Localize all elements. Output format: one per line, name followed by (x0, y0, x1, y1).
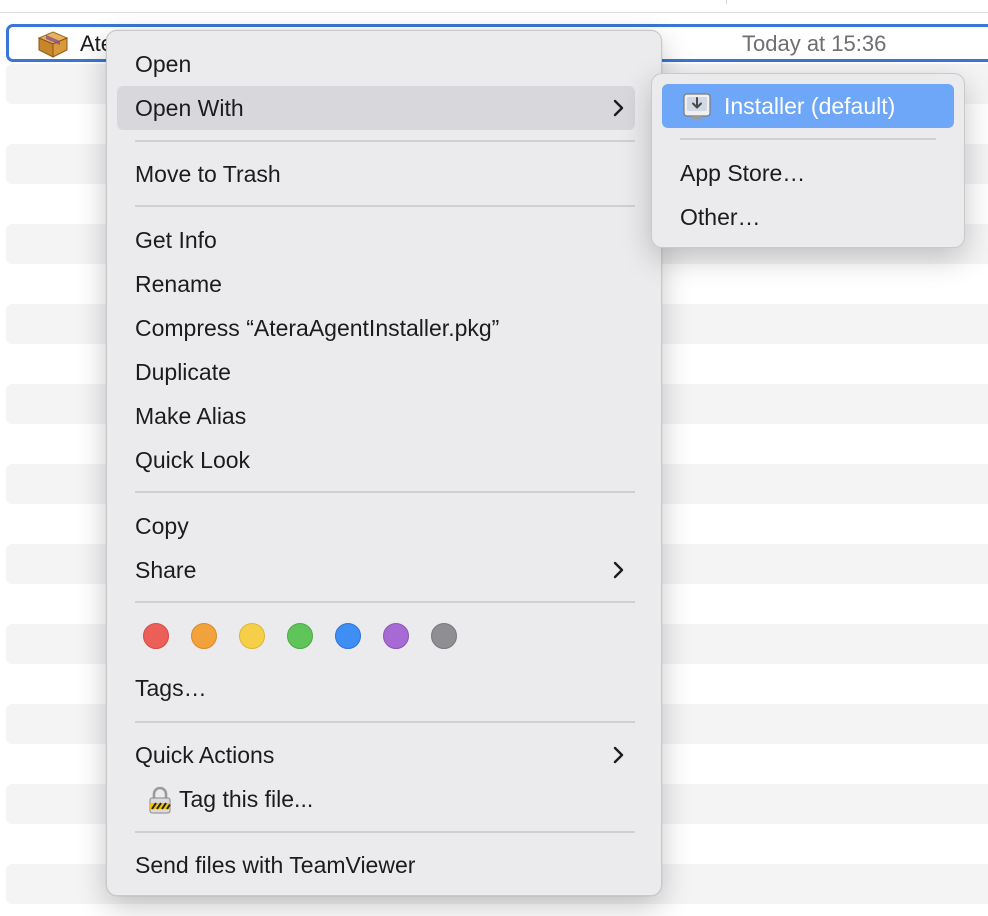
tag-gray-dot[interactable] (431, 623, 457, 649)
menu-item-label: Compress “AteraAgentInstaller.pkg” (135, 315, 500, 341)
chevron-right-icon (613, 561, 624, 579)
menu-item-label: Quick Look (135, 447, 251, 473)
menu-item-label: Rename (135, 271, 222, 297)
menu-item-open[interactable]: Open (117, 42, 635, 86)
menu-separator (135, 601, 635, 603)
submenu-item-other[interactable]: Other… (662, 195, 954, 239)
menu-item-share[interactable]: Share (117, 548, 635, 592)
menu-item-duplicate[interactable]: Duplicate (117, 350, 635, 394)
menu-item-send-teamviewer[interactable]: Send files with TeamViewer (117, 843, 635, 887)
menu-separator (135, 831, 635, 833)
menu-item-label: Copy (135, 513, 189, 539)
menu-item-tag-this-file[interactable]: Tag this file... (117, 777, 635, 821)
menu-item-label: Open With (135, 95, 244, 121)
file-date-modified: Today at 15:36 (742, 31, 887, 56)
menu-item-label: Quick Actions (135, 742, 275, 768)
submenu-item-label: Installer (default) (724, 93, 896, 119)
menu-item-rename[interactable]: Rename (117, 262, 635, 306)
menu-item-label: Send files with TeamViewer (135, 852, 416, 878)
tag-purple-dot[interactable] (383, 623, 409, 649)
menu-separator (680, 138, 936, 140)
menu-item-label: Open (135, 51, 192, 77)
menu-item-compress[interactable]: Compress “AteraAgentInstaller.pkg” (117, 306, 635, 350)
context-menu: Open Open With Move to Trash Get Info Re… (106, 30, 662, 896)
menu-separator (135, 491, 635, 493)
menu-item-get-info[interactable]: Get Info (117, 218, 635, 262)
menu-item-label: Share (135, 557, 197, 583)
column-divider (726, 0, 727, 4)
menu-separator (135, 721, 635, 723)
open-with-submenu: Installer (default) App Store… Other… (651, 73, 965, 248)
tag-orange-dot[interactable] (191, 623, 217, 649)
tag-green-dot[interactable] (287, 623, 313, 649)
menu-item-tags[interactable]: Tags… (117, 666, 635, 710)
menu-item-open-with[interactable]: Open With (117, 86, 635, 130)
menu-item-label: Get Info (135, 227, 217, 253)
tag-color-row (135, 621, 535, 653)
submenu-item-label: App Store… (680, 160, 806, 186)
chevron-right-icon (613, 99, 624, 117)
header-divider (0, 12, 988, 13)
menu-separator (135, 205, 635, 207)
menu-item-copy[interactable]: Copy (117, 504, 635, 548)
submenu-item-app-store[interactable]: App Store… (662, 151, 954, 195)
tag-blue-dot[interactable] (335, 623, 361, 649)
menu-item-label: Tag this file... (179, 786, 314, 812)
package-icon (37, 31, 69, 58)
submenu-item-label: Other… (680, 204, 761, 230)
installer-app-icon (683, 93, 711, 119)
menu-item-label: Move to Trash (135, 161, 281, 187)
chevron-right-icon (613, 746, 624, 764)
submenu-item-installer[interactable]: Installer (default) (662, 84, 954, 128)
menu-item-label: Make Alias (135, 403, 247, 429)
tag-yellow-dot[interactable] (239, 623, 265, 649)
padlock-icon (149, 786, 171, 814)
menu-item-quick-look[interactable]: Quick Look (117, 438, 635, 482)
menu-separator (135, 140, 635, 142)
menu-item-label: Duplicate (135, 359, 231, 385)
menu-item-label: Tags… (135, 675, 207, 701)
menu-item-move-to-trash[interactable]: Move to Trash (117, 152, 635, 196)
tag-red-dot[interactable] (143, 623, 169, 649)
menu-item-quick-actions[interactable]: Quick Actions (117, 733, 635, 777)
menu-item-make-alias[interactable]: Make Alias (117, 394, 635, 438)
